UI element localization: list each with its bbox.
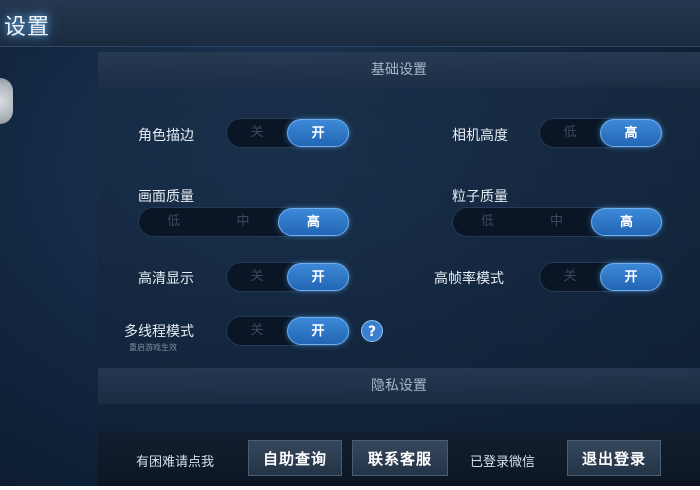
outline-toggle[interactable]: 关 开 bbox=[226, 118, 350, 148]
side-tab-icon[interactable] bbox=[0, 78, 13, 124]
particle-option[interactable]: 高 bbox=[591, 208, 662, 236]
hd-option[interactable]: 开 bbox=[287, 263, 349, 291]
hfr-toggle[interactable]: 关 开 bbox=[539, 262, 663, 292]
trouble-text: 有困难请点我 bbox=[136, 455, 215, 470]
particle-label: 粒子质量 bbox=[452, 189, 508, 205]
hd-toggle[interactable]: 关 开 bbox=[226, 262, 350, 292]
particle-toggle[interactable]: 低 中 高 bbox=[452, 207, 663, 237]
hfr-option[interactable]: 关 bbox=[540, 263, 600, 291]
hfr-label: 高帧率模式 bbox=[434, 271, 504, 287]
quality-option[interactable]: 高 bbox=[277, 208, 349, 236]
bottom-strip bbox=[0, 486, 700, 490]
mt-option[interactable]: 开 bbox=[287, 317, 349, 345]
mt-sublabel: 重启游戏生效 bbox=[129, 343, 177, 352]
particle-option[interactable]: 低 bbox=[453, 208, 522, 236]
outline-option[interactable]: 开 bbox=[287, 119, 349, 147]
question-icon[interactable]: ? bbox=[361, 320, 383, 342]
quality-option[interactable]: 低 bbox=[139, 208, 208, 236]
hd-label: 高清显示 bbox=[138, 271, 194, 287]
camera-label: 相机高度 bbox=[452, 128, 508, 144]
camera-toggle[interactable]: 低 高 bbox=[539, 118, 663, 148]
hd-option[interactable]: 关 bbox=[227, 263, 287, 291]
contact-service-button[interactable]: 联系客服 bbox=[352, 440, 448, 476]
quality-label: 画面质量 bbox=[138, 189, 194, 205]
settings-screen: 设置 基础设置 角色描边 关 开 相机高度 低 高 画面质量 低 中 高 粒子质… bbox=[0, 0, 700, 486]
logged-in-text: 已登录微信 bbox=[470, 455, 536, 470]
top-bar: 设置 bbox=[0, 0, 700, 47]
camera-option[interactable]: 高 bbox=[600, 119, 662, 147]
outline-option[interactable]: 关 bbox=[227, 119, 287, 147]
camera-option[interactable]: 低 bbox=[540, 119, 600, 147]
mt-toggle[interactable]: 关 开 bbox=[226, 316, 350, 346]
self-help-button[interactable]: 自助查询 bbox=[248, 440, 342, 476]
page-title: 设置 bbox=[4, 15, 51, 40]
mt-option[interactable]: 关 bbox=[227, 317, 287, 345]
outline-label: 角色描边 bbox=[138, 128, 194, 144]
quality-option[interactable]: 中 bbox=[208, 208, 277, 236]
section-privacy-header: 隐私设置 bbox=[98, 368, 700, 404]
particle-option[interactable]: 中 bbox=[522, 208, 591, 236]
quality-toggle[interactable]: 低 中 高 bbox=[138, 207, 350, 237]
section-basic-header: 基础设置 bbox=[98, 52, 700, 88]
mt-label: 多线程模式 bbox=[124, 324, 194, 340]
hfr-option[interactable]: 开 bbox=[600, 263, 662, 291]
logout-button[interactable]: 退出登录 bbox=[567, 440, 661, 476]
